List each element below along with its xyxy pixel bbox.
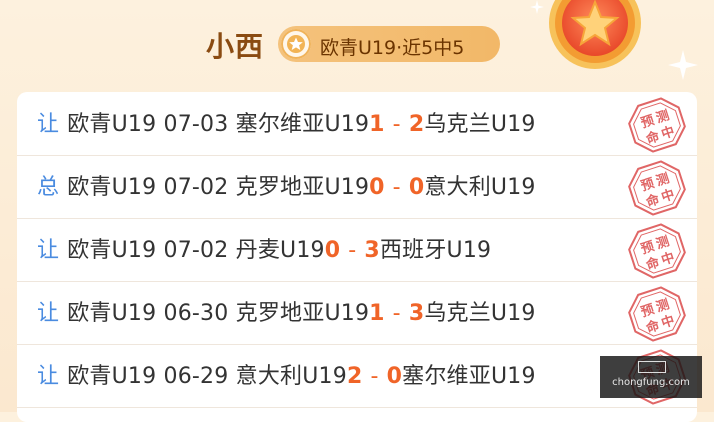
- stamp-char: 中: [659, 249, 676, 268]
- stamp-char: 中: [659, 123, 676, 142]
- score-separator: -: [392, 301, 401, 326]
- match-line: 总欧青U19 07-02 克罗地亚U190-0意大利U19: [37, 169, 536, 201]
- match-line: 让欧青U19 07-03 塞尔维亚U191-2乌克兰U19: [37, 106, 536, 138]
- away-team: 塞尔维亚U19: [402, 364, 536, 389]
- expert-header: 小西 欧青U19·近5中5: [0, 0, 714, 92]
- play-type-tag: 让: [37, 238, 60, 263]
- match-line: 让欧青U19 07-02 丹麦U190-3西班牙U19: [37, 232, 491, 264]
- prediction-list: 让欧青U19 07-03 塞尔维亚U191-2乌克兰U19 预测命中总欧青U19 …: [17, 92, 697, 422]
- score-separator: -: [392, 112, 401, 137]
- play-type-tag: 让: [37, 364, 60, 389]
- home-score: 0: [369, 175, 385, 200]
- prediction-row[interactable]: 让欧青U19 07-03 塞尔维亚U191-2乌克兰U19 预测命中: [17, 92, 697, 156]
- league-name: 欧青U19: [67, 364, 157, 389]
- stamp-char: 预: [639, 176, 656, 194]
- sparkle-icon: [668, 50, 698, 80]
- score-separator: -: [370, 364, 379, 389]
- away-score: 3: [364, 238, 380, 263]
- home-score: 0: [324, 238, 341, 263]
- score-separator: -: [348, 238, 357, 263]
- league-name: 欧青U19: [67, 301, 157, 326]
- stamp-char: 测: [654, 107, 671, 126]
- prediction-hit-stamp: 预测命中: [628, 97, 686, 153]
- away-team: 乌克兰U19: [424, 112, 536, 137]
- match-date: 06-29: [163, 364, 229, 389]
- home-team: 克罗地亚U19: [235, 301, 370, 326]
- match-line: 让欧青U19 06-30 克罗地亚U191-3乌克兰U19: [37, 295, 536, 327]
- away-score: 2: [408, 112, 425, 137]
- away-score: 3: [408, 301, 425, 326]
- stamp-char: 中: [659, 312, 676, 331]
- prediction-row[interactable]: 让欧青U19 07-02 丹麦U190-3西班牙U19 预测命中: [17, 218, 697, 282]
- match-date: 07-02: [163, 238, 229, 263]
- league-name: 欧青U19: [67, 112, 157, 137]
- stamp-char: 预: [639, 239, 656, 257]
- watermark: chongfung.com: [600, 356, 702, 398]
- prediction-row[interactable]: 让欧青U19 06-30 克罗地亚U191-3乌克兰U19 预测命中: [17, 281, 697, 345]
- home-score: 1: [369, 112, 385, 137]
- stamp-char: 测: [654, 233, 671, 252]
- league-name: 欧青U19: [67, 175, 157, 200]
- record-badge: 欧青U19·近5中5: [278, 26, 500, 62]
- record-text: 欧青U19·近5中5: [320, 37, 465, 59]
- home-score: 1: [369, 301, 385, 326]
- match-date: 07-03: [163, 112, 229, 137]
- stamp-char: 预: [639, 302, 656, 320]
- league-name: 欧青U19: [67, 238, 157, 263]
- away-score: 0: [408, 175, 425, 200]
- prediction-hit-stamp: 预测命中: [628, 223, 686, 279]
- stamp-char: 测: [654, 296, 671, 315]
- prediction-hit-stamp: 预测命中: [628, 286, 686, 342]
- away-team: 乌克兰U19: [424, 301, 536, 326]
- match-date: 07-02: [163, 175, 229, 200]
- away-score: 0: [386, 364, 403, 389]
- prediction-row[interactable]: 让欧青U19 06-29 意大利U192-0塞尔维亚U19预测命中: [17, 344, 697, 408]
- play-type-tag: 让: [37, 301, 60, 326]
- stamp-char: 中: [659, 186, 676, 205]
- home-team: 意大利U19: [235, 364, 347, 389]
- away-team: 意大利U19: [424, 175, 536, 200]
- sparkle-icon: [530, 0, 544, 14]
- watermark-logo: [638, 361, 666, 373]
- match-line: 让欧青U19 06-29 意大利U192-0塞尔维亚U19: [37, 358, 536, 390]
- watermark-text: chongfung.com: [612, 377, 690, 388]
- match-date: 06-30: [163, 301, 229, 326]
- away-team: 西班牙U19: [379, 238, 492, 263]
- play-type-tag: 让: [37, 112, 60, 137]
- home-team: 克罗地亚U19: [235, 175, 370, 200]
- home-team: 塞尔维亚U19: [235, 112, 370, 137]
- stamp-char: 预: [639, 113, 656, 131]
- expert-name[interactable]: 小西: [206, 25, 264, 65]
- prediction-hit-stamp: 预测命中: [628, 160, 686, 216]
- prediction-row[interactable]: 总欧青U19 07-02 克罗地亚U190-0意大利U19 预测命中: [17, 155, 697, 219]
- medal-star-icon: [549, 0, 641, 69]
- star-icon: [281, 29, 311, 59]
- home-team: 丹麦U19: [235, 238, 325, 263]
- score-separator: -: [392, 175, 401, 200]
- play-type-tag: 总: [37, 175, 60, 200]
- stamp-char: 测: [654, 170, 671, 189]
- home-score: 2: [346, 364, 363, 389]
